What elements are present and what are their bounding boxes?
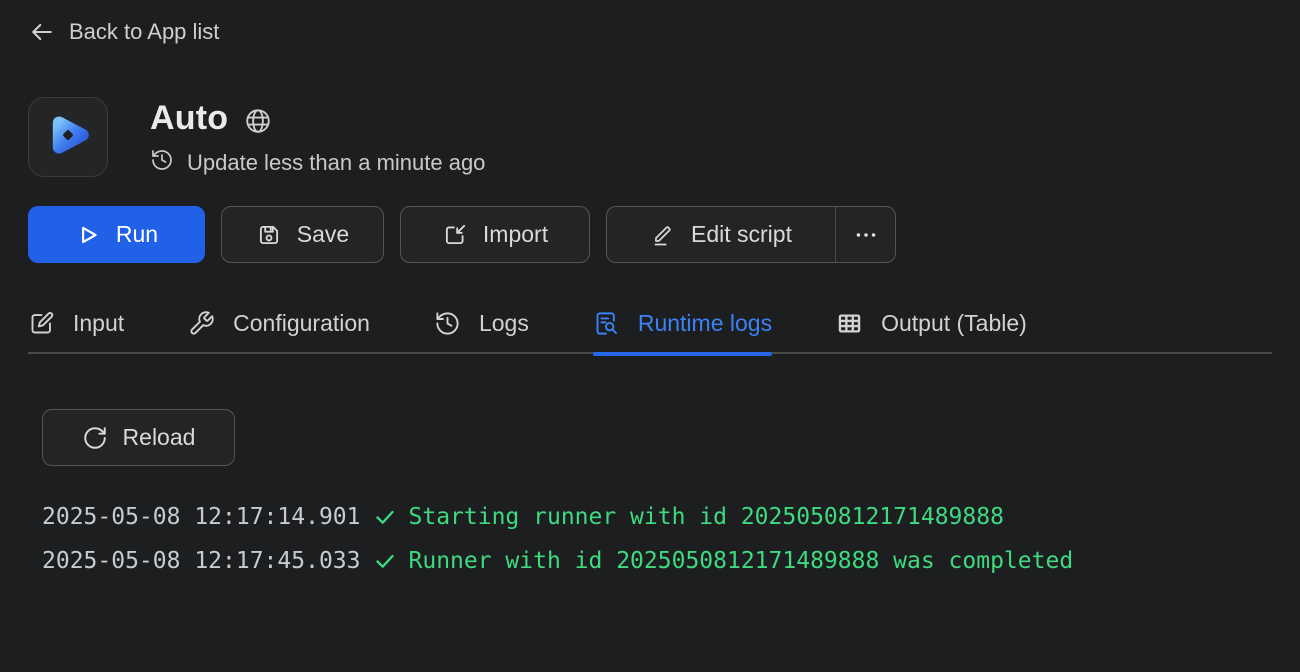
tab-bar: Input Configuration Logs: [28, 310, 1272, 354]
reload-button-label: Reload: [123, 424, 196, 451]
document-search-icon: [593, 310, 620, 337]
runtime-logs-panel: Reload 2025-05-08 12:17:14.901 Starting …: [28, 354, 1272, 583]
import-button[interactable]: Import: [400, 206, 590, 263]
tab-runtime-logs-label: Runtime logs: [638, 310, 772, 337]
log-timestamp: 2025-05-08 12:17:45.033: [42, 548, 361, 574]
edit-script-button-group: Edit script: [606, 206, 896, 263]
ellipsis-icon: [853, 222, 879, 248]
play-icon: [75, 222, 101, 248]
rotate-cw-icon: [82, 425, 108, 451]
reload-button[interactable]: Reload: [42, 409, 235, 466]
tab-configuration-label: Configuration: [233, 310, 370, 337]
toolbar: Run Save Import: [28, 206, 1272, 263]
check-icon: [373, 505, 397, 529]
app-header-text: Auto Update less tha: [150, 97, 485, 177]
tab-logs-label: Logs: [479, 310, 529, 337]
app-detail-page: Back to App list: [0, 0, 1300, 583]
run-button-label: Run: [116, 221, 158, 248]
history-clock-icon: [434, 310, 461, 337]
edit-script-button-label: Edit script: [691, 221, 792, 248]
square-pen-icon: [28, 310, 55, 337]
tab-runtime-logs[interactable]: Runtime logs: [593, 310, 772, 337]
tab-output-table[interactable]: Output (Table): [836, 310, 1027, 337]
globe-icon: [243, 102, 273, 136]
arrow-left-icon: [28, 18, 56, 46]
tab-input-label: Input: [73, 310, 124, 337]
pencil-underline-icon: [650, 222, 676, 248]
play-swirl-logo: [41, 108, 95, 167]
save-button-label: Save: [297, 221, 349, 248]
edit-script-button[interactable]: Edit script: [607, 207, 835, 262]
import-arrow-icon: [442, 222, 468, 248]
save-button[interactable]: Save: [221, 206, 384, 263]
table-grid-icon: [836, 310, 863, 337]
tab-logs[interactable]: Logs: [434, 310, 529, 337]
updated-text: Update less than a minute ago: [187, 150, 485, 176]
back-to-app-list-link[interactable]: Back to App list: [28, 18, 219, 46]
tab-input[interactable]: Input: [28, 310, 124, 337]
app-title: Auto: [150, 99, 228, 138]
app-logo-tile: [28, 97, 108, 177]
tab-configuration[interactable]: Configuration: [188, 310, 370, 337]
log-lines: 2025-05-08 12:17:14.901 Starting runner …: [42, 495, 1272, 583]
log-line: 2025-05-08 12:17:14.901 Starting runner …: [42, 495, 1272, 539]
more-actions-button[interactable]: [835, 207, 895, 262]
log-message: Runner with id 2025050812171489888 was c…: [409, 548, 1074, 574]
history-clock-icon: [150, 148, 174, 177]
floppy-disk-icon: [256, 222, 282, 248]
back-link-label: Back to App list: [69, 19, 219, 45]
tab-output-table-label: Output (Table): [881, 310, 1027, 337]
log-line: 2025-05-08 12:17:45.033 Runner with id 2…: [42, 539, 1272, 583]
log-message: Starting runner with id 2025050812171489…: [409, 504, 1004, 530]
wrench-icon: [188, 310, 215, 337]
check-icon: [373, 549, 397, 573]
log-timestamp: 2025-05-08 12:17:14.901: [42, 504, 361, 530]
import-button-label: Import: [483, 221, 548, 248]
run-button[interactable]: Run: [28, 206, 205, 263]
app-header: Auto Update less tha: [28, 97, 1272, 177]
